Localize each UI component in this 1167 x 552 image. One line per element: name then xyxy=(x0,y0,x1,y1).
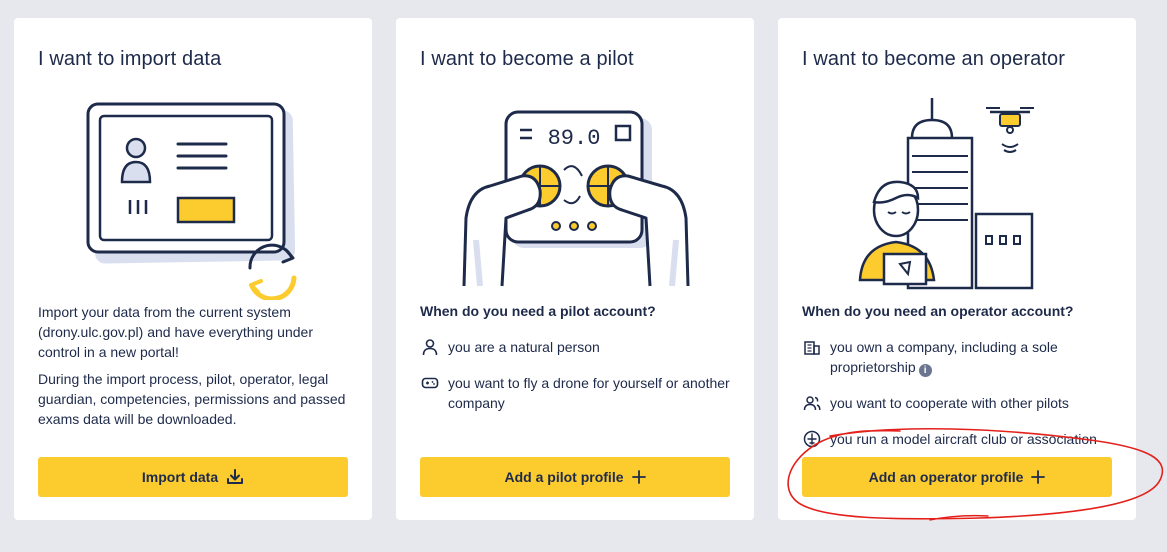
info-icon[interactable]: i xyxy=(918,364,932,377)
plus-icon xyxy=(631,470,646,484)
aircraft-club-icon xyxy=(802,429,822,449)
list-item: you run a model aircraft club or associa… xyxy=(802,429,1122,449)
plus-icon xyxy=(1031,470,1046,484)
list-item: you are a natural person xyxy=(420,337,740,357)
building-icon xyxy=(802,337,822,357)
button-label: Add an operator profile xyxy=(868,469,1024,485)
list-item: you own a company, including a sole prop… xyxy=(802,337,1122,377)
bullet-text: you run a model aircraft club or associa… xyxy=(830,431,1097,447)
import-data-button[interactable]: Import data xyxy=(38,457,348,497)
bullet-text: you want to fly a drone for yourself or … xyxy=(448,375,730,411)
bullet-text-content: you own a company, including a sole prop… xyxy=(830,339,1058,375)
button-label: Add a pilot profile xyxy=(504,469,624,485)
bullet-text: you own a company, including a sole prop… xyxy=(830,337,1122,377)
bullet-text: you are a natural person xyxy=(448,339,600,355)
import-data-illustration xyxy=(86,102,297,300)
list-item: you want to fly a drone for yourself or … xyxy=(420,373,740,413)
bullet-text: you want to cooperate with other pilots xyxy=(830,395,1069,411)
card-title: I want to become a pilot xyxy=(420,48,634,70)
pilot-question: When do you need a pilot account? xyxy=(420,303,656,319)
pilot-card: I want to become a pilot 89.0 When do yo… xyxy=(396,18,754,520)
operator-question: When do you need an operator account? xyxy=(802,303,1074,319)
import-process-description: During the import process, pilot, operat… xyxy=(38,371,346,427)
import-description: Import your data from the current system… xyxy=(38,304,313,360)
pilot-illustration: 89.0 xyxy=(462,110,690,287)
gamepad-icon xyxy=(420,373,440,393)
users-icon xyxy=(802,393,822,413)
add-operator-profile-button[interactable]: Add an operator profile xyxy=(802,457,1112,497)
list-item: you want to cooperate with other pilots xyxy=(802,393,1122,413)
card-title: I want to become an operator xyxy=(802,48,1065,70)
person-icon xyxy=(420,337,440,357)
card-title: I want to import data xyxy=(38,48,222,70)
operator-card: I want to become an operator When do you… xyxy=(778,18,1136,520)
controller-display: 89.0 xyxy=(548,126,601,151)
operator-illustration xyxy=(858,98,1034,290)
import-data-card: I want to import data Import your data f… xyxy=(14,18,372,520)
button-label: Import data xyxy=(141,469,219,485)
download-icon xyxy=(226,468,244,486)
add-pilot-profile-button[interactable]: Add a pilot profile xyxy=(420,457,730,497)
